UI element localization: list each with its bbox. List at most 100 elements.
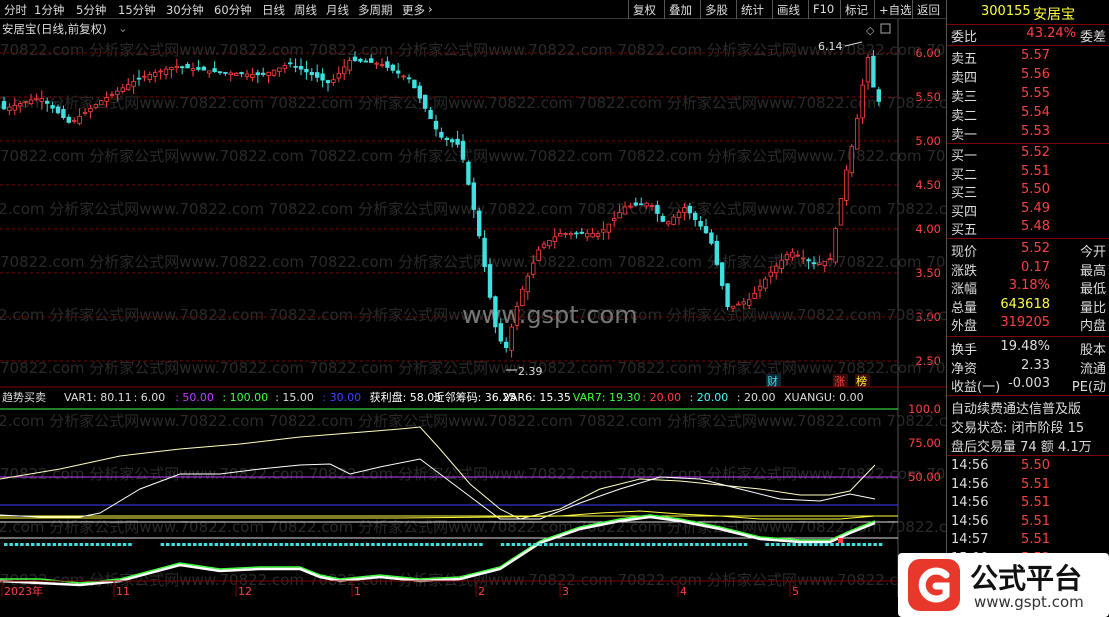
tick-row-value: 5.51 xyxy=(1021,532,1050,547)
signal-bar xyxy=(549,543,553,546)
candle-body xyxy=(185,63,190,69)
signal-bar xyxy=(268,543,273,546)
period-tab-30min[interactable]: 30分钟 xyxy=(166,2,204,18)
statistics-button[interactable]: 统计 xyxy=(736,0,768,19)
candle-body xyxy=(88,108,93,113)
tick-row-value: 5.51 xyxy=(1021,513,1050,529)
candle-body xyxy=(795,254,800,257)
bg-watermark: 70822.com 分析家公式网www.70822.com 70822.com … xyxy=(0,465,946,483)
signal-bar xyxy=(479,543,483,546)
candle-body xyxy=(266,71,271,76)
period-tab-1min[interactable]: 1分钟 xyxy=(34,2,64,18)
signal-bar xyxy=(52,543,57,546)
tick-row: 14:56 5.51 xyxy=(947,495,1109,513)
signal-bar xyxy=(252,543,256,546)
signal-bar xyxy=(646,543,651,546)
stat-row-right: PE(动 xyxy=(1071,380,1106,395)
candle-body xyxy=(298,66,304,70)
candle-body xyxy=(136,77,142,80)
signal-bar xyxy=(106,543,111,546)
period-tab-intraday[interactable]: 分时 xyxy=(4,2,27,18)
candle-body xyxy=(255,72,260,76)
signal-bar xyxy=(792,543,796,546)
signal-bar xyxy=(538,543,543,546)
signal-bar xyxy=(527,543,532,546)
bid-row-label: 买一 xyxy=(951,149,978,164)
overlay-button[interactable]: 叠加 xyxy=(664,0,696,19)
stat-row: 换手 19.48% 股本 xyxy=(947,339,1109,358)
period-tab-15min[interactable]: 15分钟 xyxy=(118,2,156,18)
signal-bar xyxy=(306,543,310,546)
multi-stock-button[interactable]: 多股 xyxy=(700,0,732,19)
signal-bar xyxy=(446,543,451,546)
ask-row-label: 卖五 xyxy=(951,52,978,67)
candle-body xyxy=(309,72,314,75)
quote-panel: 300155 安居宝 委比 43.24% 委差 卖五 5.57 卖四 5.56 卖三 5.… xyxy=(946,0,1109,617)
candle-body xyxy=(801,257,806,260)
indicator-value: VAR7: 19.30 xyxy=(573,391,641,404)
candle-body xyxy=(368,58,374,63)
indicator-tick-label: 100.0 xyxy=(908,402,941,416)
quote-row-label: 总量 xyxy=(951,300,978,316)
candle-body xyxy=(671,216,676,225)
tick-row-value: 5.51 xyxy=(1021,495,1050,510)
candle-body xyxy=(730,305,736,309)
mark-button[interactable]: 标记 xyxy=(840,0,872,19)
quote-row: 涨跌 0.17 最高 xyxy=(947,259,1109,279)
candle-body xyxy=(152,72,158,77)
tick-row-label: 14:56 xyxy=(951,495,989,510)
trade-status-text: 交易状态: 闭市阶段 15 xyxy=(951,421,1085,436)
indicator-value: : 15.00 xyxy=(275,391,314,404)
candle-body xyxy=(282,65,287,69)
signal-bar xyxy=(873,543,877,546)
candle-body xyxy=(541,243,547,248)
period-tab-daily[interactable]: 日线 xyxy=(262,2,285,18)
signal-bar xyxy=(781,543,786,546)
period-tab-weekly[interactable]: 周线 xyxy=(294,2,317,18)
signal-bar xyxy=(430,543,435,546)
candle-body xyxy=(622,206,628,215)
draw-line-button[interactable]: 画线 xyxy=(772,0,804,19)
restore-rights-button[interactable]: 复权 xyxy=(628,0,660,19)
f10-button[interactable]: F10 xyxy=(808,0,838,19)
ask-row-label: 卖四 xyxy=(951,71,978,86)
brand-logo: 公式平台 www.gspt.com xyxy=(898,553,1109,617)
chevron-right-icon[interactable]: › xyxy=(428,2,433,16)
quote-row-label: 涨幅 xyxy=(951,282,978,297)
bid-row-value: 5.52 xyxy=(1021,145,1050,160)
bid-row: 买二 5.51 xyxy=(947,164,1109,183)
quote-row-value: 643618 xyxy=(1000,296,1050,312)
info-line-3: 盘后交易量 74 额 4.1万 xyxy=(947,436,1109,455)
candle-body xyxy=(633,202,638,206)
marker-label: 榜 xyxy=(856,374,867,388)
signal-bar xyxy=(770,543,775,546)
period-tab-monthly[interactable]: 月线 xyxy=(326,2,349,18)
period-tab-more[interactable]: 更多 xyxy=(402,2,425,18)
time-axis-label: 2023年 xyxy=(4,584,43,597)
indicator-value: XUANGU: 0.00 xyxy=(784,391,864,404)
kline-chart[interactable]: 安居宝(日线,前复权) ⌄ 6.00 5.50 5.00 4.50 4.00 3.50 3.… xyxy=(0,19,946,597)
signal-bar xyxy=(544,543,548,546)
back-button[interactable]: 返回 xyxy=(912,0,944,19)
candle-body xyxy=(817,262,822,265)
time-axis-label: 12 xyxy=(238,585,252,597)
signal-bar xyxy=(117,543,121,546)
signal-bar xyxy=(619,543,624,546)
period-tab-60min[interactable]: 60分钟 xyxy=(214,2,252,18)
candle-body xyxy=(390,64,395,71)
signal-bar xyxy=(338,543,343,546)
candle-body xyxy=(714,240,719,265)
panel-toggle-icon xyxy=(880,23,891,34)
signal-bar xyxy=(506,543,510,546)
candle-body xyxy=(547,239,552,247)
signal-bar xyxy=(803,543,807,546)
period-tab-multi[interactable]: 多周期 xyxy=(358,2,393,18)
period-tab-5min[interactable]: 5分钟 xyxy=(76,2,106,18)
indicator-value: : 20.00 xyxy=(690,391,729,404)
candle-body xyxy=(109,93,115,96)
time-axis-label: 1 xyxy=(354,585,361,597)
quote-row-value: 0.17 xyxy=(1021,259,1050,275)
add-watchlist-button[interactable]: +自选 xyxy=(874,0,916,19)
signal-bar xyxy=(824,543,829,546)
quote-row: 总量 643618 量比 xyxy=(947,296,1109,316)
